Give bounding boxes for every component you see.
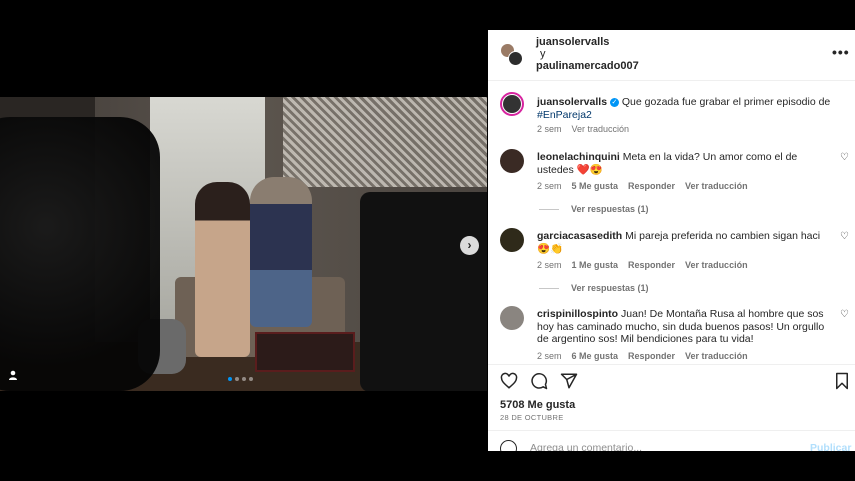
avatar[interactable]	[500, 92, 524, 116]
caption-body: Que gozada fue grabar el primer episodio…	[621, 96, 831, 108]
comment-meta: 2 sem 5 Me gusta Responder Ver traducció…	[537, 181, 748, 191]
bookmark-icon[interactable]	[833, 372, 851, 390]
view-replies[interactable]: Ver respuestas (1)	[539, 204, 649, 214]
comment-text: garciacasasedith Mi pareja preferida no …	[537, 230, 833, 255]
translate-link[interactable]: Ver traducción	[685, 260, 748, 270]
post-date: 28 DE OCTUBRE	[500, 413, 564, 422]
photo-camera-right	[360, 192, 487, 391]
hashtag-link[interactable]: #EnPareja2	[537, 109, 592, 121]
header-username-1[interactable]: juansolervalls	[536, 36, 609, 48]
avatar	[508, 51, 523, 66]
caption-meta: 2 sem Ver traducción	[537, 124, 629, 134]
avatar[interactable]	[500, 306, 524, 330]
avatar[interactable]	[500, 228, 524, 252]
comment-icon[interactable]	[530, 372, 548, 390]
heart-icon[interactable]: ♡	[840, 309, 849, 320]
likes-count[interactable]: 5708 Me gusta	[500, 399, 575, 411]
photo-camera-foreground	[0, 117, 160, 391]
view-replies-label[interactable]: Ver respuestas (1)	[571, 283, 649, 293]
comment-input[interactable]: Agrega un comentario...	[530, 442, 642, 451]
verified-badge-icon: ✓	[609, 98, 619, 107]
comment-likes[interactable]: 5 Me gusta	[572, 181, 619, 191]
share-send-icon[interactable]	[560, 372, 578, 390]
emoji-icon[interactable]	[500, 440, 517, 451]
caption-username[interactable]: juansolervalls	[537, 96, 607, 108]
publish-button[interactable]: Publicar	[810, 442, 851, 451]
view-replies-label[interactable]: Ver respuestas (1)	[571, 204, 649, 214]
comment-meta: 2 sem 6 Me gusta Responder Ver traducció…	[537, 351, 748, 361]
action-bar	[488, 366, 855, 396]
collab-avatars[interactable]	[500, 43, 524, 67]
photo-man	[250, 177, 312, 327]
comment-likes[interactable]: 6 Me gusta	[572, 351, 619, 361]
translate-link[interactable]: Ver traducción	[685, 351, 748, 361]
translate-link[interactable]: Ver traducción	[572, 124, 630, 134]
avatar[interactable]	[500, 149, 524, 173]
replies-divider	[539, 208, 559, 210]
photo-tapestry	[283, 97, 487, 187]
replies-divider	[539, 287, 559, 289]
comment-meta: 2 sem 1 Me gusta Responder Ver traducció…	[537, 260, 748, 270]
comment-time: 2 sem	[537, 351, 562, 361]
carousel-dots	[228, 377, 253, 381]
chevron-right-icon[interactable]: ›	[460, 236, 479, 255]
more-horizontal-icon[interactable]: •••	[832, 44, 850, 60]
comments-list[interactable]: juansolervalls ✓ Que gozada fue grabar e…	[488, 82, 855, 365]
comment-input-bar: Agrega un comentario... Publicar	[488, 430, 855, 451]
post-panel: juansolervalls y paulinamercado007 ••• j…	[488, 30, 855, 451]
post-photo[interactable]	[0, 97, 487, 391]
translate-link[interactable]: Ver traducción	[685, 181, 748, 191]
header-conjunction: y	[540, 48, 546, 60]
collab-names: juansolervalls y paulinamercado007	[536, 36, 639, 72]
reply-button[interactable]: Responder	[628, 351, 675, 361]
carousel-dot	[228, 377, 232, 381]
caption-time: 2 sem	[537, 124, 562, 134]
comment-time: 2 sem	[537, 260, 562, 270]
reply-button[interactable]: Responder	[628, 181, 675, 191]
comment-username[interactable]: garciacasasedith	[537, 230, 622, 242]
view-replies[interactable]: Ver respuestas (1)	[539, 283, 649, 293]
header-username-2[interactable]: paulinamercado007	[536, 60, 639, 72]
reply-button[interactable]: Responder	[628, 260, 675, 270]
like-heart-icon[interactable]	[500, 372, 518, 390]
post-header: juansolervalls y paulinamercado007 •••	[488, 30, 855, 81]
comment-text: crispinillospinto Juan! De Montaña Rusa …	[537, 308, 833, 346]
comment-username[interactable]: leonelachinquini	[537, 151, 620, 163]
heart-icon[interactable]: ♡	[840, 152, 849, 163]
comment-username[interactable]: crispinillospinto	[537, 308, 618, 320]
carousel-dot	[242, 377, 246, 381]
carousel-dot	[235, 377, 239, 381]
user-tag-icon[interactable]	[7, 369, 19, 381]
comment-text: leonelachinquini Meta en la vida? Un amo…	[537, 151, 833, 176]
caption-text: juansolervalls ✓ Que gozada fue grabar e…	[537, 96, 833, 121]
comment-likes[interactable]: 1 Me gusta	[572, 260, 619, 270]
carousel-dot	[249, 377, 253, 381]
photo-woman	[195, 182, 250, 357]
heart-icon[interactable]: ♡	[840, 231, 849, 242]
photo-table	[255, 332, 355, 372]
comment-time: 2 sem	[537, 181, 562, 191]
